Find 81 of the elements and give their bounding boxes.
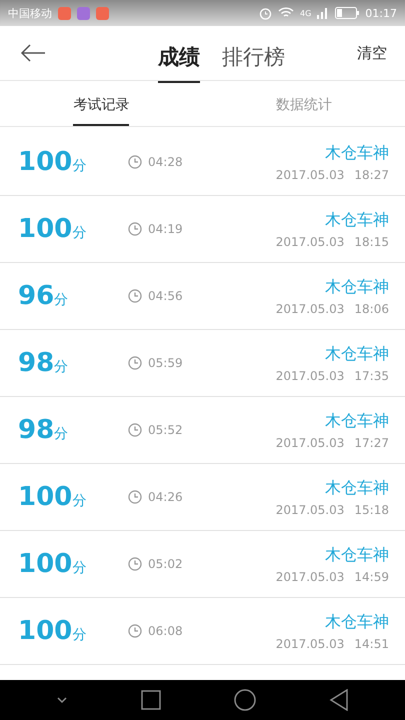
score-unit: 分 xyxy=(54,291,68,309)
record-time: 17:35 xyxy=(354,368,389,382)
clock-icon xyxy=(128,222,142,236)
back-arrow-icon[interactable] xyxy=(20,44,46,62)
score-value: 100 xyxy=(18,214,72,244)
back-triangle-icon[interactable] xyxy=(328,689,349,711)
clock-icon xyxy=(128,490,142,504)
record-row[interactable]: 100分 05:02 木仓车神 2017.05.03 14:59 xyxy=(0,531,405,598)
score-unit: 分 xyxy=(72,492,86,510)
record-time: 14:51 xyxy=(354,636,389,650)
clock-icon xyxy=(128,356,142,370)
exam-duration: 04:28 xyxy=(148,155,183,169)
record-date: 2017.05.03 xyxy=(276,234,344,248)
header-tab[interactable]: 成绩 xyxy=(158,35,200,83)
score-value: 96 xyxy=(18,281,54,311)
clock-time: 01:17 xyxy=(365,6,397,20)
clock-icon xyxy=(128,423,142,437)
record-time: 18:06 xyxy=(354,302,389,316)
record-time: 17:27 xyxy=(354,436,389,450)
exam-duration: 06:08 xyxy=(148,624,183,638)
user-name: 木仓车神 xyxy=(325,544,389,566)
user-name: 木仓车神 xyxy=(325,210,389,230)
exam-duration: 05:02 xyxy=(148,557,183,571)
record-row[interactable]: 96分 04:56 木仓车神 2017.05.03 18:06 xyxy=(0,263,405,330)
exam-duration: 04:26 xyxy=(148,490,183,504)
record-date: 2017.05.03 xyxy=(276,502,344,516)
network-type: 4G xyxy=(300,8,312,18)
user-name: 木仓车神 xyxy=(325,478,389,498)
exam-duration: 05:59 xyxy=(148,356,183,370)
header-tab[interactable]: 排行榜 xyxy=(222,35,285,83)
carrier-name: 中国移动 xyxy=(8,6,52,20)
exam-duration: 04:56 xyxy=(148,289,183,303)
signal-icon xyxy=(317,7,330,19)
record-row[interactable]: 98分 05:59 木仓车神 2017.05.03 17:35 xyxy=(0,330,405,397)
battery-icon xyxy=(335,7,360,19)
score-unit: 分 xyxy=(72,157,86,175)
score-value: 98 xyxy=(18,415,54,445)
clock-icon xyxy=(128,289,142,303)
record-time: 18:15 xyxy=(354,234,389,248)
score-value: 98 xyxy=(18,348,54,378)
score-value: 100 xyxy=(18,482,72,512)
clock-icon xyxy=(128,557,142,571)
score-value: 100 xyxy=(18,616,72,646)
record-row[interactable]: 100分 04:26 木仓车神 2017.05.03 15:18 xyxy=(0,464,405,531)
square-icon[interactable] xyxy=(141,690,162,710)
clock-icon xyxy=(128,624,142,638)
score-unit: 分 xyxy=(72,559,86,577)
user-name: 木仓车神 xyxy=(325,410,389,432)
sub-tab[interactable]: 数据统计 xyxy=(276,81,332,126)
score-value: 100 xyxy=(18,147,72,177)
user-name: 木仓车神 xyxy=(325,276,389,298)
exam-duration: 04:19 xyxy=(148,222,183,236)
circle-icon[interactable] xyxy=(234,689,256,711)
chevron-down-icon[interactable] xyxy=(56,696,68,704)
user-name: 木仓车神 xyxy=(325,142,389,164)
score-unit: 分 xyxy=(54,425,68,443)
user-name: 木仓车神 xyxy=(325,612,389,632)
alarm-icon xyxy=(259,6,272,20)
record-date: 2017.05.03 xyxy=(276,570,344,584)
record-time: 15:18 xyxy=(354,502,389,516)
clock-icon xyxy=(128,155,142,169)
score-unit: 分 xyxy=(72,626,86,644)
record-time: 18:27 xyxy=(354,168,389,182)
score-value: 100 xyxy=(18,549,72,579)
record-date: 2017.05.03 xyxy=(276,168,344,182)
record-date: 2017.05.03 xyxy=(276,636,344,650)
record-date: 2017.05.03 xyxy=(276,368,344,382)
record-row[interactable]: 98分 05:52 木仓车神 2017.05.03 17:27 xyxy=(0,397,405,464)
wifi-icon xyxy=(278,7,294,19)
record-time: 14:59 xyxy=(354,570,389,584)
record-date: 2017.05.03 xyxy=(276,302,344,316)
score-unit: 分 xyxy=(72,224,86,242)
record-row[interactable]: 100分 06:08 木仓车神 2017.05.03 14:51 xyxy=(0,598,405,665)
exam-duration: 05:52 xyxy=(148,423,183,437)
sub-tab[interactable]: 考试记录 xyxy=(73,81,130,126)
user-name: 木仓车神 xyxy=(325,344,389,364)
clear-button[interactable]: 清空 xyxy=(357,44,387,62)
record-row[interactable]: 100分 04:19 木仓车神 2017.05.03 18:15 xyxy=(0,196,405,263)
record-row[interactable]: 100分 04:28 木仓车神 2017.05.03 18:27 xyxy=(0,129,405,196)
score-unit: 分 xyxy=(54,358,68,376)
record-date: 2017.05.03 xyxy=(276,436,344,450)
